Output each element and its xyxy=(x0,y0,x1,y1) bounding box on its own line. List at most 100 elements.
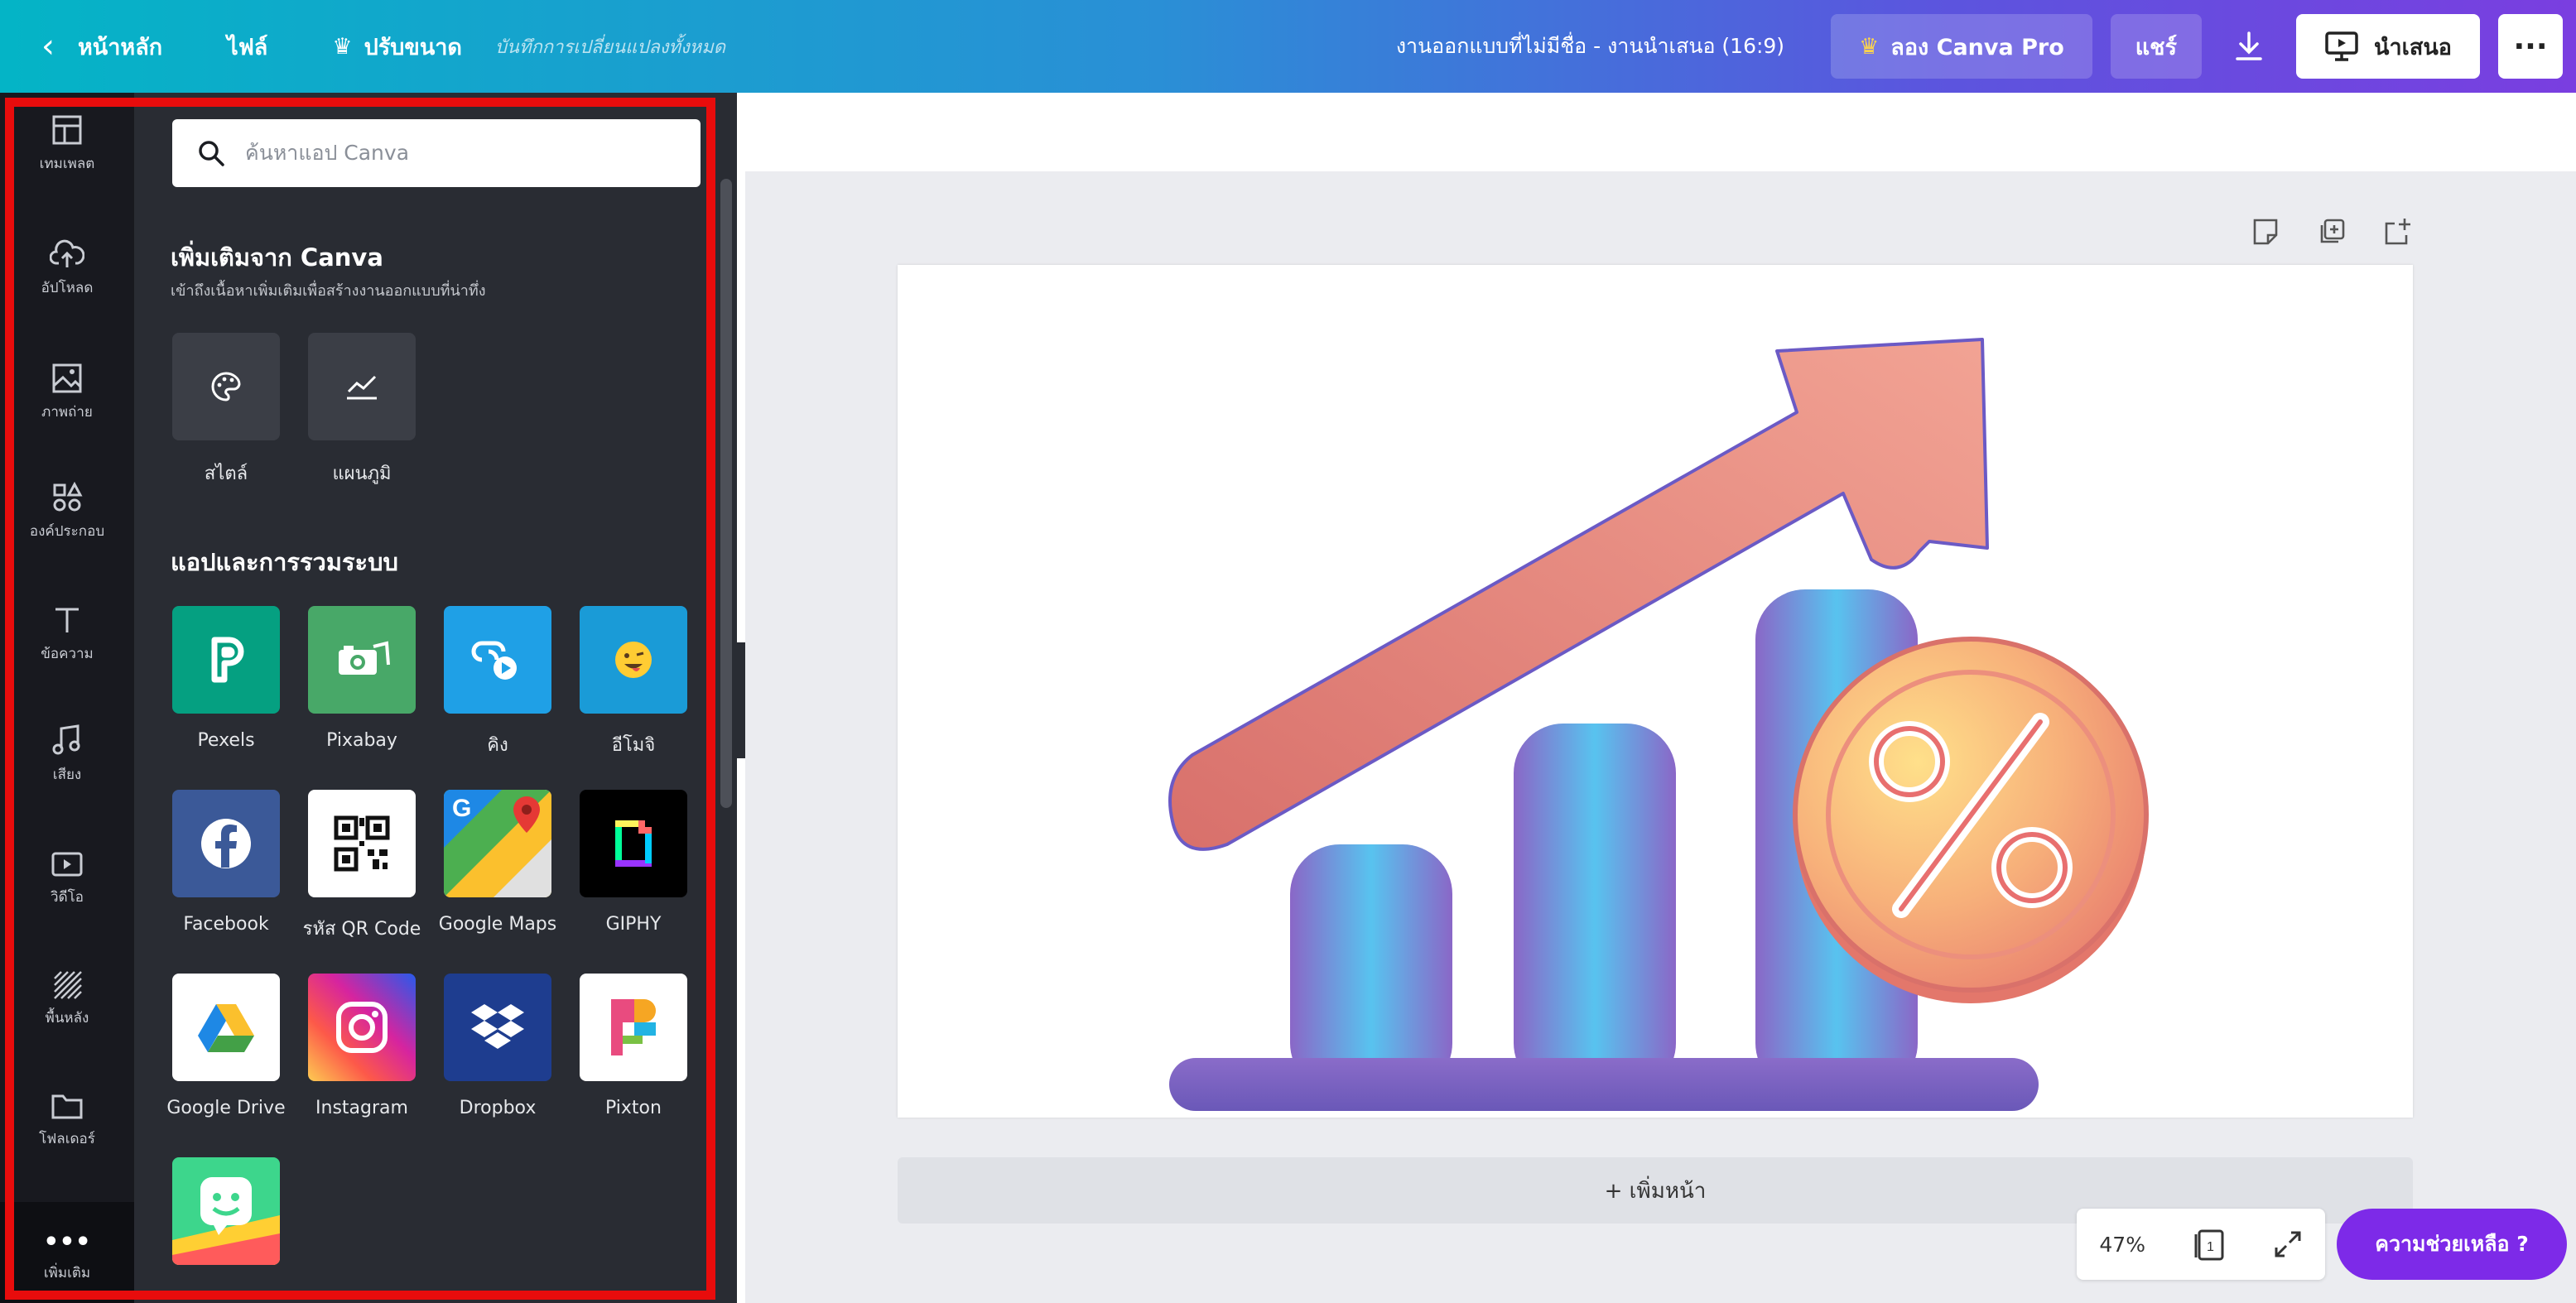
home-button[interactable]: ‹ หน้าหลัก xyxy=(41,0,162,93)
qr-code-icon xyxy=(334,815,390,872)
app-emoji[interactable] xyxy=(580,606,687,714)
app-label: Instagram xyxy=(315,1098,408,1118)
tile-styles[interactable] xyxy=(172,333,280,440)
page-count: 1 xyxy=(2207,1240,2214,1254)
workspace-top-strip xyxy=(745,93,2576,171)
app-bitmoji[interactable] xyxy=(172,1157,280,1265)
folder-icon xyxy=(51,1094,83,1119)
save-status: บันทึกการเปลี่ยนแปลงทั้งหมด xyxy=(494,36,726,58)
rail-item-text[interactable]: ข้อความ xyxy=(0,604,134,665)
app-label: GIPHY xyxy=(605,914,662,935)
share-button[interactable]: แชร์ xyxy=(2110,14,2202,79)
bitmoji-icon xyxy=(172,1177,280,1265)
google-drive-icon xyxy=(198,1004,254,1052)
duplicate-page-icon[interactable] xyxy=(2317,217,2347,247)
app-link-play[interactable] xyxy=(444,606,551,714)
emoji-icon xyxy=(615,642,652,678)
dropbox-icon xyxy=(471,1004,524,1049)
app-label: Facebook xyxy=(183,914,269,935)
section-title-from-canva: เพิ่มเติมจาก Canva xyxy=(171,243,383,272)
app-facebook[interactable] xyxy=(172,790,280,897)
app-dropbox[interactable] xyxy=(444,974,551,1081)
present-label: นำเสนอ xyxy=(2374,34,2452,60)
crown-icon: ♛ xyxy=(332,33,353,60)
crown-icon: ♛ xyxy=(1859,33,1880,60)
rail-item-more[interactable]: ••• เพิ่มเติม xyxy=(0,1202,134,1303)
present-icon xyxy=(2325,31,2358,61)
top-bar: ‹ หน้าหลัก ไฟล์ ♛ ปรับขนาด บันทึกการเปลี… xyxy=(0,0,2576,93)
tile-label-charts: แผนภูมิ xyxy=(332,464,392,484)
add-page-icon[interactable] xyxy=(2383,217,2413,247)
app-pixton[interactable] xyxy=(580,974,687,1081)
design-artboard[interactable] xyxy=(898,265,2413,1118)
svg-text:G: G xyxy=(452,795,471,822)
facebook-icon xyxy=(201,819,251,868)
rail-item-elements[interactable]: องค์ประกอบ xyxy=(0,482,134,542)
rail-item-audio[interactable]: เสียง xyxy=(0,724,134,786)
page-grid-icon: 1 xyxy=(2194,1229,2224,1261)
template-icon xyxy=(52,115,82,145)
search-icon xyxy=(199,141,224,166)
rail-label: เทมเพลต xyxy=(39,156,95,172)
download-button[interactable] xyxy=(2220,14,2278,79)
app-pixabay[interactable] xyxy=(308,606,416,714)
background-icon xyxy=(54,971,82,999)
app-label: อีโมจิ xyxy=(611,735,656,756)
rail-item-video[interactable]: วิดีโอ xyxy=(0,849,134,908)
present-button[interactable]: นำเสนอ xyxy=(2296,14,2480,79)
music-icon xyxy=(52,724,80,755)
section-subtitle-from-canva: เข้าถึงเนื้อหาเพิ่มเติมเพื่อสร้างงานออกแ… xyxy=(171,282,486,300)
page-tools xyxy=(2251,217,2413,247)
document-title[interactable]: งานออกแบบที่ไม่มีชื่อ - งานนำเสนอ (16:9) xyxy=(1396,0,1784,93)
rail-label: พื้นหลัง xyxy=(45,1010,89,1027)
try-pro-button[interactable]: ♛ ลอง Canva Pro xyxy=(1831,14,2092,79)
app-google-maps[interactable]: G xyxy=(444,790,551,897)
try-pro-label: ลอง Canva Pro xyxy=(1890,34,2064,60)
app-instagram[interactable] xyxy=(308,974,416,1081)
link-play-icon xyxy=(471,641,517,680)
app-qr-code[interactable] xyxy=(308,790,416,897)
chart-icon xyxy=(347,375,377,400)
rail-item-templates[interactable]: เทมเพลต xyxy=(0,114,134,175)
instagram-icon xyxy=(336,1002,388,1053)
fullscreen-button[interactable] xyxy=(2273,1229,2303,1259)
file-menu-button[interactable]: ไฟล์ xyxy=(227,0,267,93)
rail-label: องค์ประกอบ xyxy=(29,523,105,540)
rail-label: โฟลเดอร์ xyxy=(39,1131,95,1147)
app-label: Google Drive xyxy=(166,1098,286,1118)
upload-icon xyxy=(50,239,84,267)
help-button[interactable]: ความช่วยเหลือ ? xyxy=(2337,1209,2567,1280)
panel-scrollbar[interactable] xyxy=(720,179,732,808)
app-label: Pixabay xyxy=(326,730,397,751)
more-icon: ••• xyxy=(43,1228,91,1257)
chevron-left-icon: ‹ xyxy=(41,27,55,65)
rail-item-folders[interactable]: โฟลเดอร์ xyxy=(0,1091,134,1150)
pexels-icon xyxy=(211,637,244,683)
rail-item-uploads[interactable]: อัปโหลด xyxy=(0,238,134,299)
app-giphy[interactable] xyxy=(580,790,687,897)
app-label: คิง xyxy=(487,735,508,756)
search-input[interactable]: ค้นหาแอป Canva xyxy=(172,119,701,187)
resize-label: ปรับขนาด xyxy=(364,34,462,60)
rail-label: เพิ่มเติม xyxy=(43,1265,91,1281)
app-google-drive[interactable] xyxy=(172,974,280,1081)
pixton-icon xyxy=(611,999,656,1055)
giphy-icon xyxy=(615,820,652,867)
zoom-level[interactable]: 47% xyxy=(2099,1233,2145,1257)
rail-label: วิดีโอ xyxy=(51,889,84,906)
resize-button[interactable]: ♛ ปรับขนาด xyxy=(332,0,462,93)
rail-item-background[interactable]: พื้นหลัง xyxy=(0,969,134,1029)
app-pexels[interactable] xyxy=(172,606,280,714)
app-label: Google Maps xyxy=(438,914,557,935)
app-label: รหัส QR Code xyxy=(302,919,421,940)
rail-item-photos[interactable]: ภาพถ่าย xyxy=(0,363,134,423)
more-options-button[interactable]: ··· xyxy=(2498,14,2563,79)
note-icon[interactable] xyxy=(2251,217,2280,247)
google-maps-icon: G xyxy=(444,790,551,897)
side-panel: ค้นหาแอป Canva เพิ่มเติมจาก Canva เข้าถึ… xyxy=(134,93,737,1303)
page-view-button[interactable]: 1 xyxy=(2191,1226,2227,1262)
photo-icon xyxy=(52,363,82,393)
rail-label: อัปโหลด xyxy=(41,280,94,296)
tile-charts[interactable] xyxy=(308,333,416,440)
left-rail: เทมเพลต อัปโหลด ภาพถ่าย องค์ประกอบ ข้อคว… xyxy=(0,93,134,1303)
